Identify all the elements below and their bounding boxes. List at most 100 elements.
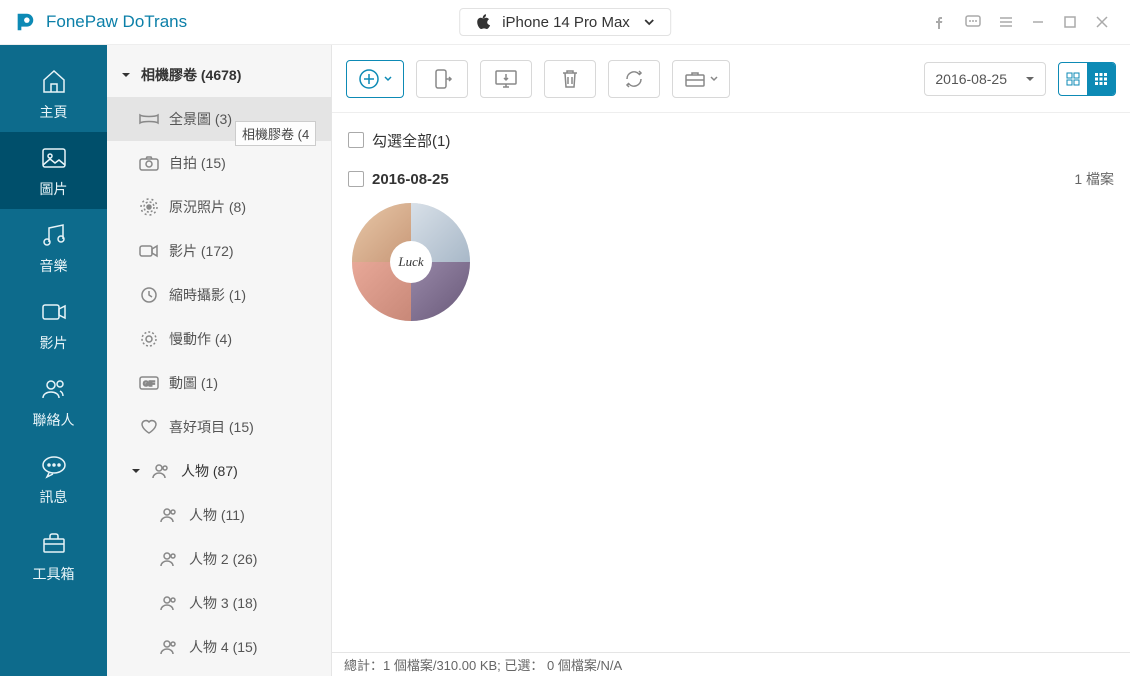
view-grid-small[interactable] bbox=[1087, 63, 1115, 95]
delete-button[interactable] bbox=[544, 60, 596, 98]
view-grid-large[interactable] bbox=[1059, 63, 1087, 95]
group-count: 1 檔案 bbox=[1074, 169, 1114, 189]
tree-people[interactable]: 人物 (87) bbox=[107, 449, 331, 493]
export-to-pc-button[interactable] bbox=[480, 60, 532, 98]
chevron-down-icon bbox=[384, 75, 392, 83]
people-icon bbox=[159, 550, 179, 568]
nav-music[interactable]: 音樂 bbox=[0, 209, 107, 286]
tree-people-2[interactable]: 人物 2 (26) bbox=[107, 537, 331, 581]
device-selector[interactable]: iPhone 14 Pro Max bbox=[459, 8, 671, 36]
tree-people-1[interactable]: 人物 (11) bbox=[107, 493, 331, 537]
titlebar-controls bbox=[932, 13, 1130, 31]
photo-list: 勾選全部(1) 2016-08-25 1 檔案 Luck bbox=[332, 113, 1130, 652]
tree-slomo[interactable]: 慢動作 (4) bbox=[107, 317, 331, 361]
album-button[interactable] bbox=[672, 60, 730, 98]
tree-label: 喜好項目 (15) bbox=[169, 417, 254, 437]
nav-music-label: 音樂 bbox=[40, 256, 68, 276]
messages-icon bbox=[39, 451, 69, 481]
tree-gif[interactable]: GIF 動圖 (1) bbox=[107, 361, 331, 405]
device-icon bbox=[430, 68, 454, 90]
tree-label: 慢動作 (4) bbox=[169, 329, 232, 349]
tree-camera-roll[interactable]: 相機膠卷 (4678) bbox=[107, 53, 331, 97]
refresh-button[interactable] bbox=[608, 60, 660, 98]
toolbar: 2016-08-25 bbox=[332, 45, 1130, 113]
camera-icon bbox=[139, 154, 159, 172]
photo-icon bbox=[39, 143, 69, 173]
briefcase-icon bbox=[684, 70, 706, 88]
nav-contacts[interactable]: 聯絡人 bbox=[0, 363, 107, 440]
trash-icon bbox=[560, 68, 580, 90]
select-all-row[interactable]: 勾選全部(1) bbox=[348, 125, 1114, 155]
tree-label: 自拍 (15) bbox=[169, 153, 226, 173]
export-to-device-button[interactable] bbox=[416, 60, 468, 98]
home-icon bbox=[39, 66, 69, 96]
status-text: 總計：1 個檔案/310.00 KB; 已選： 0 個檔案/N/A bbox=[344, 655, 622, 674]
tooltip: 相機膠卷 (4 bbox=[235, 121, 316, 146]
minimize-button[interactable] bbox=[1030, 14, 1046, 30]
select-all-checkbox[interactable] bbox=[348, 132, 364, 148]
plus-icon bbox=[358, 68, 380, 90]
tree-people-4[interactable]: 人物 4 (15) bbox=[107, 625, 331, 669]
close-button[interactable] bbox=[1094, 14, 1110, 30]
tree-label: 人物 4 (15) bbox=[189, 637, 257, 657]
tree-videos[interactable]: 影片 (172) bbox=[107, 229, 331, 273]
nav-home-label: 主頁 bbox=[40, 102, 68, 122]
music-icon bbox=[39, 220, 69, 250]
slomo-icon bbox=[139, 330, 159, 348]
photo-thumbnail[interactable]: Luck bbox=[352, 203, 470, 321]
chevron-down-icon bbox=[131, 466, 141, 476]
menu-icon[interactable] bbox=[998, 14, 1014, 30]
nav-videos-label: 影片 bbox=[40, 333, 68, 353]
panorama-icon bbox=[139, 110, 159, 128]
facebook-icon[interactable] bbox=[932, 14, 948, 30]
live-icon bbox=[139, 198, 159, 216]
device-name: iPhone 14 Pro Max bbox=[502, 14, 630, 31]
date-group-header[interactable]: 2016-08-25 1 檔案 bbox=[348, 165, 1114, 193]
tree-timelapse[interactable]: 縮時攝影 (1) bbox=[107, 273, 331, 317]
video-icon bbox=[39, 297, 69, 327]
grid-icon bbox=[1066, 72, 1080, 86]
app-logo: FonePaw DoTrans bbox=[0, 11, 187, 33]
logo-icon bbox=[14, 11, 36, 33]
select-all-label: 勾選全部(1) bbox=[372, 130, 450, 151]
tree-label: 人物 3 (18) bbox=[189, 593, 257, 613]
nav-contacts-label: 聯絡人 bbox=[33, 410, 75, 430]
nav-home[interactable]: 主頁 bbox=[0, 55, 107, 132]
tree-people-3[interactable]: 人物 3 (18) bbox=[107, 581, 331, 625]
people-icon bbox=[159, 594, 179, 612]
tree-label: 動圖 (1) bbox=[169, 373, 218, 393]
date-picker[interactable]: 2016-08-25 bbox=[924, 62, 1046, 96]
clock-icon bbox=[139, 286, 159, 304]
nav-messages[interactable]: 訊息 bbox=[0, 440, 107, 517]
video-icon bbox=[139, 242, 159, 260]
pc-icon bbox=[494, 69, 518, 89]
app-title: FonePaw DoTrans bbox=[46, 12, 187, 32]
thumbnail-row: Luck bbox=[348, 203, 1114, 321]
toolbox-icon bbox=[39, 528, 69, 558]
status-bar: 總計：1 個檔案/310.00 KB; 已選： 0 個檔案/N/A bbox=[332, 652, 1130, 676]
group-date: 2016-08-25 bbox=[372, 171, 449, 188]
tree-label: 相機膠卷 (4678) bbox=[141, 65, 241, 85]
feedback-icon[interactable] bbox=[964, 13, 982, 31]
nav-toolbox[interactable]: 工具箱 bbox=[0, 517, 107, 594]
chevron-down-icon bbox=[642, 15, 656, 29]
tree-live[interactable]: 原況照片 (8) bbox=[107, 185, 331, 229]
apple-icon bbox=[474, 13, 490, 31]
tree-selfie[interactable]: 自拍 (15) bbox=[107, 141, 331, 185]
nav-videos[interactable]: 影片 bbox=[0, 286, 107, 363]
tree-favorites[interactable]: 喜好項目 (15) bbox=[107, 405, 331, 449]
tree-label: 全景圖 (3) bbox=[169, 109, 232, 129]
people-icon bbox=[159, 506, 179, 524]
tree-label: 縮時攝影 (1) bbox=[169, 285, 246, 305]
tree-label: 影片 (172) bbox=[169, 241, 234, 261]
add-button[interactable] bbox=[346, 60, 404, 98]
refresh-icon bbox=[623, 68, 645, 90]
date-value: 2016-08-25 bbox=[935, 71, 1007, 87]
group-checkbox[interactable] bbox=[348, 171, 364, 187]
tree-label: 人物 (11) bbox=[189, 505, 245, 525]
nav-toolbox-label: 工具箱 bbox=[33, 564, 75, 584]
contacts-icon bbox=[39, 374, 69, 404]
nav-photos[interactable]: 圖片 bbox=[0, 132, 107, 209]
maximize-button[interactable] bbox=[1062, 14, 1078, 30]
chevron-down-icon bbox=[1025, 74, 1035, 84]
